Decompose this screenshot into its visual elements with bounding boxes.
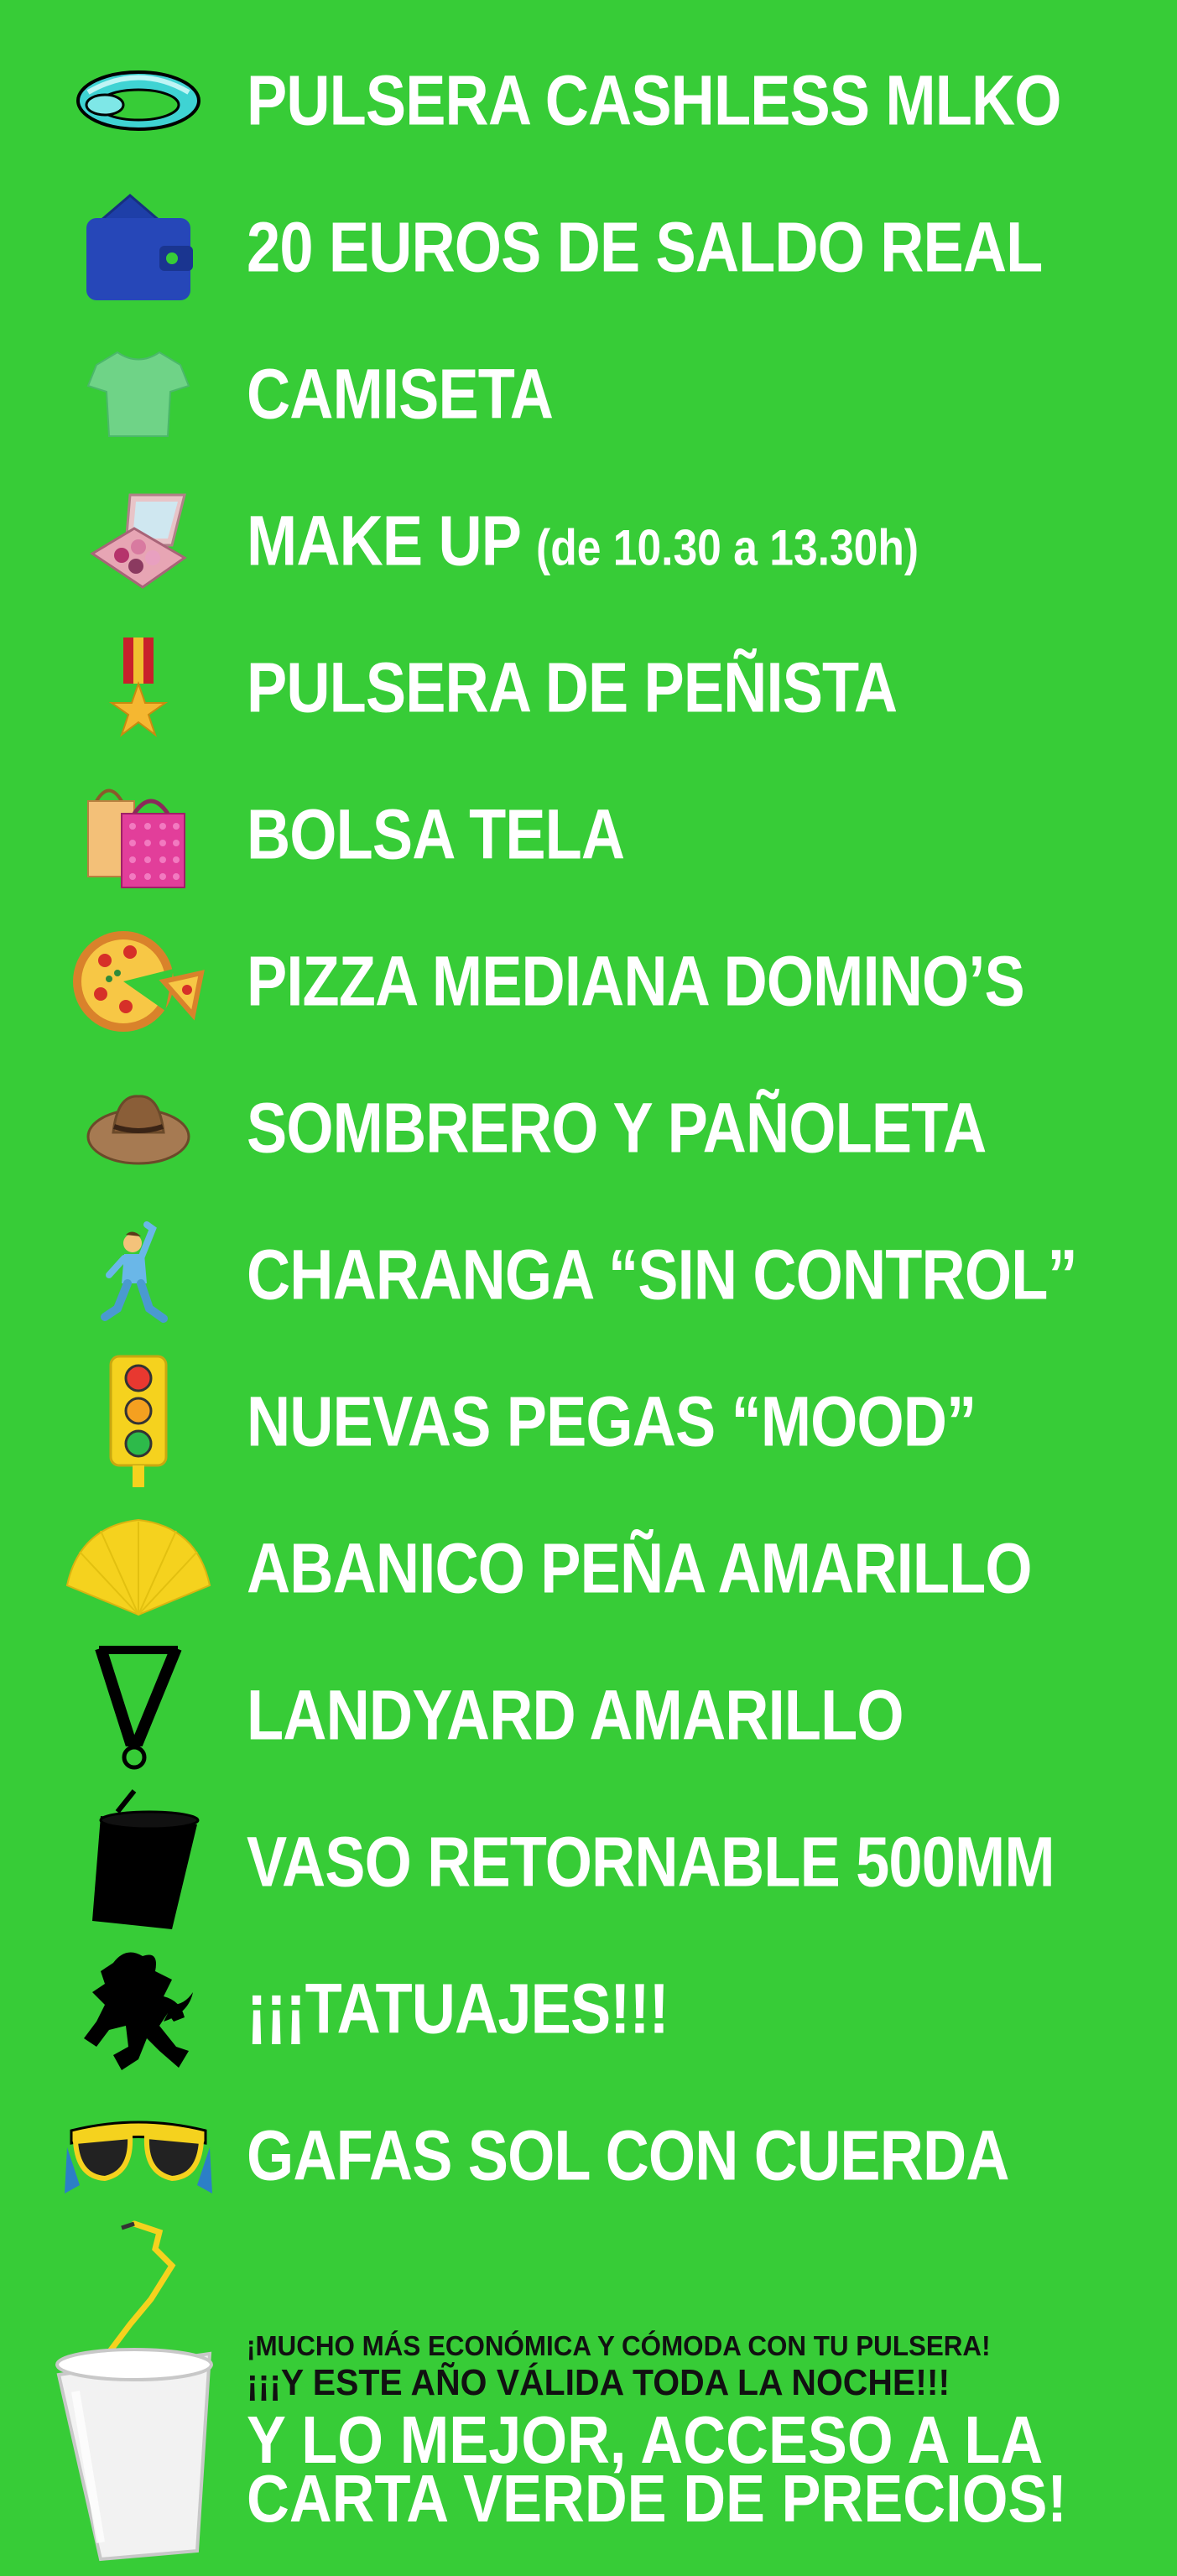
shopping-bags-icon — [59, 763, 218, 906]
fan-icon — [59, 1497, 218, 1640]
bracelet-icon — [59, 29, 218, 172]
list-item: MAKE UP (de 10.30 a 13.30h) — [0, 470, 1177, 612]
item-label: PIZZA MEDIANA DOMINO’S — [247, 941, 1025, 1021]
list-item: PIZZA MEDIANA DOMINO’S — [0, 910, 1177, 1053]
footer-line-2: ¡¡¡Y ESTE AÑO VÁLIDA TODA LA NOCHE!!! — [247, 2362, 950, 2403]
item-label: CAMISETA — [247, 354, 554, 434]
list-item: ABANICO PEÑA AMARILLO — [0, 1497, 1177, 1640]
item-label: BOLSA TELA — [247, 794, 625, 874]
item-label: LANDYARD AMARILLO — [247, 1675, 904, 1755]
lion-icon — [59, 1938, 218, 2080]
footer-headline-line-2: CARTA VERDE DE PRECIOS! — [247, 2461, 1067, 2536]
item-label: 20 EUROS DE SALDO REAL — [247, 207, 1043, 287]
list-item: PULSERA DE PEÑISTA — [0, 617, 1177, 759]
footer-promo: ¡MUCHO MÁS ECONÓMICA Y CÓMODA CON TU PUL… — [0, 2206, 1177, 2576]
cup-icon — [59, 1789, 218, 1933]
medal-icon — [59, 617, 218, 759]
list-item: PULSERA CASHLESS MLKO — [0, 29, 1177, 172]
list-item: BOLSA TELA — [0, 763, 1177, 906]
lanyard-icon — [59, 1644, 218, 1787]
item-label: GAFAS SOL CON CUERDA — [247, 2115, 1009, 2195]
item-label: VASO RETORNABLE 500MM — [247, 1822, 1055, 1902]
item-sublabel: (de 10.30 a 13.30h) — [536, 519, 919, 576]
footer-line-1: ¡MUCHO MÁS ECONÓMICA Y CÓMODA CON TU PUL… — [247, 2330, 991, 2361]
item-label: PULSERA CASHLESS MLKO — [247, 60, 1061, 140]
makeup-palette-icon — [59, 470, 218, 612]
item-label: ABANICO PEÑA AMARILLO — [247, 1528, 1033, 1608]
item-label: PULSERA DE PEÑISTA — [247, 648, 898, 727]
list-item: LANDYARD AMARILLO — [0, 1644, 1177, 1787]
dancer-icon — [59, 1204, 218, 1346]
list-item: SOMBRERO Y PAÑOLETA — [0, 1057, 1177, 1200]
item-label: NUEVAS PEGAS “MOOD” — [247, 1382, 976, 1461]
hat-icon — [59, 1057, 218, 1200]
footer-headline: Y LO MEJOR, ACCESO A LA CARTA VERDE DE P… — [247, 2407, 1067, 2536]
item-label: SOMBRERO Y PAÑOLETA — [247, 1088, 987, 1168]
list-item: CAMISETA — [0, 323, 1177, 466]
tshirt-icon — [59, 323, 218, 466]
list-item: ¡¡¡TATUAJES!!! — [0, 1938, 1177, 2080]
plastic-cup-with-strap-icon — [50, 2206, 227, 2576]
item-label: MAKE UP (de 10.30 a 13.30h) — [247, 501, 919, 580]
item-label: ¡¡¡TATUAJES!!! — [247, 1969, 669, 2048]
pizza-icon — [59, 910, 218, 1053]
list-item: NUEVAS PEGAS “MOOD” — [0, 1350, 1177, 1493]
item-label: CHARANGA “SIN CONTROL” — [247, 1235, 1078, 1314]
traffic-light-icon — [59, 1350, 218, 1493]
list-item: VASO RETORNABLE 500MM — [0, 1789, 1177, 1933]
wallet-icon — [59, 176, 218, 319]
list-item: 20 EUROS DE SALDO REAL — [0, 176, 1177, 319]
list-item: CHARANGA “SIN CONTROL” — [0, 1204, 1177, 1346]
